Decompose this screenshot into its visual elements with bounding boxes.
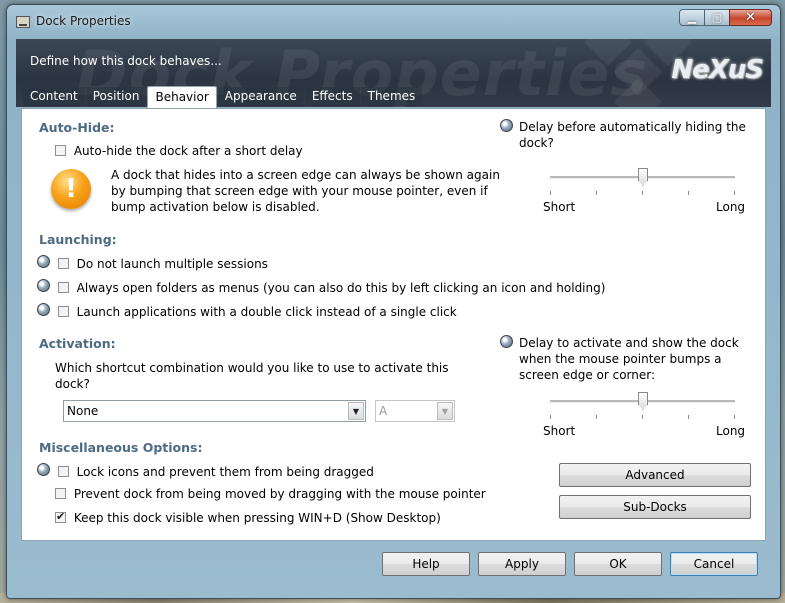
autohide-delay-line: dock?: [519, 136, 554, 150]
slider-tick: [734, 191, 735, 195]
activation-delay-line: Delay to activate and show the dock: [519, 336, 739, 350]
nexus-logo: NeXuS: [671, 55, 764, 85]
activation-slider-min-label: Short: [543, 424, 576, 438]
autohide-delay-label: Delay before automatically hiding the do…: [519, 119, 746, 151]
launch-option-row[interactable]: Do not launch multiple sessions: [37, 255, 268, 271]
activation-question: Which shortcut combination would you lik…: [55, 360, 449, 392]
help-globe-icon[interactable]: [500, 335, 513, 348]
tab-content[interactable]: Content: [23, 87, 85, 106]
help-globe-icon[interactable]: [37, 255, 50, 268]
chevron-down-icon[interactable]: ▼: [348, 402, 364, 420]
maximize-button[interactable]: ▢: [704, 9, 730, 26]
autohide-checkbox-label: Auto-hide the dock after a short delay: [73, 144, 303, 158]
tab-appearance[interactable]: Appearance: [217, 87, 304, 106]
shortcut-combination-value: None: [67, 404, 99, 418]
autohide-slider-max-label: Long: [716, 200, 746, 214]
tab-behavior[interactable]: Behavior: [147, 86, 217, 108]
minimize-button[interactable]: ▁: [679, 9, 705, 26]
lock-icons-label: Lock icons and prevent them from being d…: [76, 465, 374, 479]
chevron-down-icon[interactable]: ▼: [437, 402, 453, 420]
prevent-move-checkbox[interactable]: [55, 488, 66, 499]
slider-tick: [550, 415, 551, 419]
close-icon: ✕: [745, 10, 756, 25]
maximize-icon: ▢: [711, 11, 723, 24]
autohide-checkbox[interactable]: [55, 145, 66, 156]
double-click-launch-label: Launch applications with a double click …: [76, 305, 457, 319]
slider-tick: [596, 191, 597, 195]
help-globe-icon[interactable]: [37, 279, 50, 292]
folders-as-menus-label: Always open folders as menus (you can al…: [76, 281, 606, 295]
tab-themes[interactable]: Themes: [360, 87, 423, 106]
autohide-info-line: by bumping that screen edge with your mo…: [111, 184, 488, 198]
autohide-info-line: A dock that hides into a screen edge can…: [111, 168, 500, 182]
no-multiple-sessions-label: Do not launch multiple sessions: [76, 257, 268, 271]
activation-question-line: Which shortcut combination would you lik…: [55, 361, 449, 375]
shortcut-key-value: A: [379, 404, 388, 418]
no-multiple-sessions-checkbox[interactable]: [57, 258, 69, 269]
misc-heading: Miscellaneous Options:: [39, 440, 203, 455]
caption-buttons: ▁ ▢ ✕: [679, 9, 772, 26]
window-title: Dock Properties: [36, 14, 131, 28]
close-button[interactable]: ✕: [729, 9, 772, 26]
cancel-button[interactable]: Cancel: [670, 552, 758, 576]
launch-option-row[interactable]: Always open folders as menus (you can al…: [37, 279, 605, 295]
activation-delay-line: screen edge or corner:: [519, 368, 656, 382]
slider-tick: [642, 415, 643, 419]
keep-visible-checkbox[interactable]: [55, 510, 66, 523]
activation-heading: Activation:: [39, 336, 116, 351]
activation-delay-label: Delay to activate and show the dock when…: [519, 335, 739, 383]
misc-option-row[interactable]: Keep this dock visible when pressing WIN…: [55, 510, 441, 525]
slider-thumb[interactable]: [638, 392, 648, 410]
slider-tick: [734, 415, 735, 419]
autohide-slider-min-label: Short: [543, 200, 576, 214]
title-bar[interactable]: Dock Properties ▁ ▢ ✕: [7, 5, 780, 35]
slider-tick: [688, 415, 689, 419]
autohide-option[interactable]: Auto-hide the dock after a short delay: [55, 144, 303, 158]
tab-strip: Content Position Behavior Appearance Eff…: [23, 86, 423, 108]
activation-delay-line: when the mouse pointer bumps a: [519, 352, 722, 366]
launching-heading: Launching:: [39, 232, 117, 247]
shortcut-combination-select[interactable]: None ▼: [63, 400, 366, 422]
minimize-icon: ▁: [687, 11, 697, 24]
help-button[interactable]: Help: [382, 552, 470, 576]
folders-as-menus-checkbox[interactable]: [57, 282, 69, 293]
tab-position[interactable]: Position: [85, 87, 147, 106]
help-globe-icon[interactable]: [37, 463, 50, 476]
ok-button[interactable]: OK: [574, 552, 662, 576]
tab-effects[interactable]: Effects: [304, 87, 360, 106]
help-globe-icon[interactable]: [500, 119, 513, 132]
autohide-info-text: A dock that hides into a screen edge can…: [111, 167, 500, 215]
banner-subtitle: Define how this dock behaves...: [30, 54, 222, 68]
double-click-launch-checkbox[interactable]: [57, 306, 69, 317]
misc-option-row[interactable]: Lock icons and prevent them from being d…: [37, 463, 374, 479]
prevent-move-label: Prevent dock from being moved by draggin…: [73, 487, 486, 501]
apply-button[interactable]: Apply: [478, 552, 566, 576]
advanced-button[interactable]: Advanced: [559, 463, 751, 487]
activation-question-line: dock?: [55, 377, 90, 391]
autohide-delay-slider[interactable]: [550, 168, 735, 208]
autohide-delay-line: Delay before automatically hiding the: [519, 120, 746, 134]
slider-tick: [642, 191, 643, 195]
slider-tick: [688, 191, 689, 195]
activation-slider-max-label: Long: [716, 424, 746, 438]
warning-icon: !: [51, 169, 91, 209]
slider-tick: [596, 415, 597, 419]
slider-tick: [550, 191, 551, 195]
autohide-delay-help[interactable]: [500, 119, 513, 135]
autohide-info-line: bump activation below is disabled.: [111, 200, 320, 214]
keep-visible-label: Keep this dock visible when pressing WIN…: [73, 511, 441, 525]
subdocks-button[interactable]: Sub-Docks: [559, 495, 751, 519]
app-icon: [16, 16, 30, 28]
launch-option-row[interactable]: Launch applications with a double click …: [37, 303, 457, 319]
lock-icons-checkbox[interactable]: [57, 466, 69, 477]
shortcut-key-select[interactable]: A ▼: [375, 400, 455, 422]
activation-delay-slider[interactable]: [550, 392, 735, 432]
activation-delay-help[interactable]: [500, 335, 513, 351]
autohide-heading: Auto-Hide:: [39, 120, 115, 135]
misc-option-row[interactable]: Prevent dock from being moved by draggin…: [55, 487, 486, 501]
help-globe-icon[interactable]: [37, 303, 50, 316]
slider-thumb[interactable]: [638, 168, 648, 186]
